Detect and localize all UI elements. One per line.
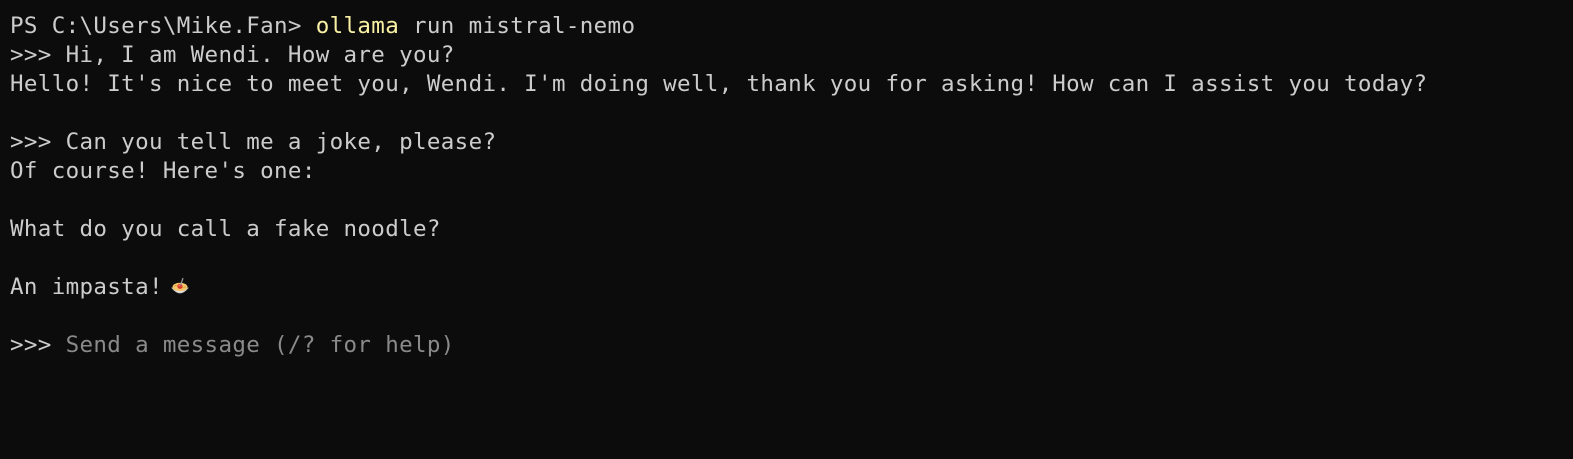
spaghetti-icon bbox=[169, 276, 191, 298]
message-input[interactable] bbox=[65, 331, 766, 360]
chat-prompt-marker: >>> bbox=[10, 332, 66, 358]
assistant-reply-text: Of course! Here's one: bbox=[10, 158, 316, 184]
command-name: ollama bbox=[315, 13, 400, 39]
assistant-reply-text: What do you call a fake noodle? bbox=[10, 216, 441, 242]
user-message-text: Hi, I am Wendi. How are you? bbox=[65, 42, 455, 68]
assistant-reply: Hello! It's nice to meet you, Wendi. I'm… bbox=[10, 70, 1573, 99]
chat-prompt-marker: >>> bbox=[10, 42, 66, 68]
command-args: run mistral-nemo bbox=[399, 13, 636, 39]
command-line: PS C:\Users\Mike.Fan> ollama run mistral… bbox=[10, 12, 1573, 41]
user-message: >>> Hi, I am Wendi. How are you? bbox=[10, 41, 1573, 70]
chat-prompt-marker: >>> bbox=[10, 129, 66, 155]
message-input-line: >>> bbox=[10, 331, 1573, 360]
assistant-reply: An impasta! bbox=[10, 273, 1573, 302]
assistant-reply: Of course! Here's one: bbox=[10, 157, 1573, 186]
user-message: >>> Can you tell me a joke, please? bbox=[10, 128, 1573, 157]
assistant-reply-text: Hello! It's nice to meet you, Wendi. I'm… bbox=[10, 71, 1428, 97]
assistant-reply: What do you call a fake noodle? bbox=[10, 215, 1573, 244]
assistant-reply-text: An impasta! bbox=[10, 274, 163, 300]
terminal-window[interactable]: PS C:\Users\Mike.Fan> ollama run mistral… bbox=[0, 0, 1573, 459]
powershell-prompt: PS C:\Users\Mike.Fan> bbox=[10, 13, 316, 39]
user-message-text: Can you tell me a joke, please? bbox=[65, 129, 497, 155]
